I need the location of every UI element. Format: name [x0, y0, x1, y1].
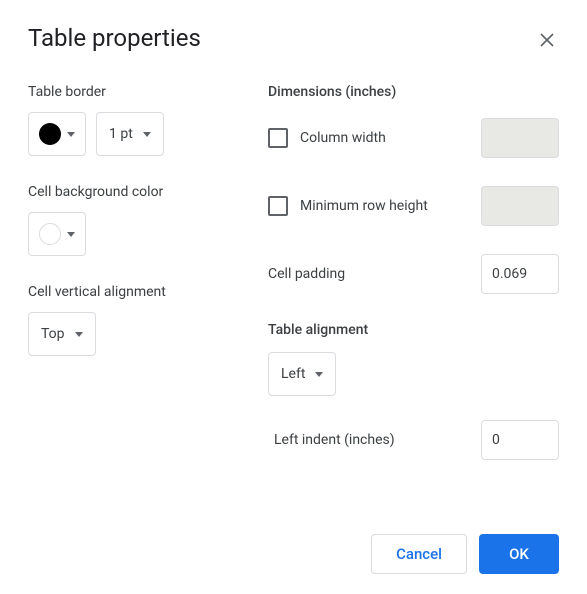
close-button[interactable] [535, 28, 559, 52]
cell-valign-value: Top [41, 326, 65, 342]
table-properties-dialog: Table properties Table border 1 pt [0, 0, 587, 594]
table-border-label: Table border [28, 84, 228, 100]
border-width-select[interactable]: 1 pt [96, 112, 164, 156]
column-width-input[interactable] [481, 118, 559, 158]
table-alignment-heading: Table alignment [268, 322, 559, 338]
border-color-picker[interactable] [28, 112, 86, 156]
ok-button[interactable]: OK [479, 534, 559, 574]
cell-padding-input[interactable] [481, 254, 559, 294]
left-indent-input[interactable] [481, 420, 559, 460]
cell-valign-section: Cell vertical alignment Top [28, 284, 228, 356]
cell-bg-color-picker[interactable] [28, 212, 86, 256]
column-width-checkbox[interactable] [268, 128, 288, 148]
left-indent-label: Left indent (inches) [268, 432, 481, 448]
right-column: Dimensions (inches) Column width Minimum… [268, 84, 559, 460]
chevron-down-icon [315, 372, 323, 377]
min-row-height-input[interactable] [481, 186, 559, 226]
cancel-button[interactable]: Cancel [371, 534, 467, 574]
chevron-down-icon [67, 132, 75, 137]
dimensions-heading: Dimensions (inches) [268, 84, 559, 100]
cell-bg-section: Cell background color [28, 184, 228, 256]
chevron-down-icon [67, 232, 75, 237]
column-width-label: Column width [300, 130, 469, 146]
column-width-row: Column width [268, 118, 559, 158]
dialog-title: Table properties [28, 24, 559, 52]
left-indent-row: Left indent (inches) [268, 420, 559, 460]
table-alignment-value: Left [281, 366, 305, 382]
border-color-swatch [39, 123, 61, 145]
cell-valign-select[interactable]: Top [28, 312, 96, 356]
dialog-footer: Cancel OK [371, 534, 559, 574]
min-row-height-checkbox[interactable] [268, 196, 288, 216]
table-border-section: Table border 1 pt [28, 84, 228, 156]
chevron-down-icon [143, 132, 151, 137]
table-alignment-select[interactable]: Left [268, 352, 336, 396]
cell-bg-swatch [39, 223, 61, 245]
left-column: Table border 1 pt Cell background color [28, 84, 228, 460]
min-row-height-label: Minimum row height [300, 198, 469, 214]
cell-bg-label: Cell background color [28, 184, 228, 200]
min-row-height-row: Minimum row height [268, 186, 559, 226]
close-icon [539, 32, 555, 48]
cell-padding-label: Cell padding [268, 266, 481, 282]
chevron-down-icon [75, 332, 83, 337]
border-width-value: 1 pt [109, 126, 133, 142]
cell-valign-label: Cell vertical alignment [28, 284, 228, 300]
cell-padding-row: Cell padding [268, 254, 559, 294]
